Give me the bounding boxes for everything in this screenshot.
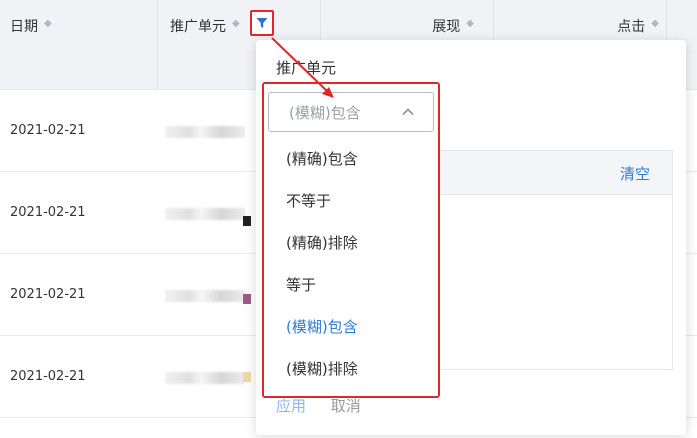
column-header-impressions-label: 展现 bbox=[432, 19, 461, 35]
clear-button[interactable]: 清空 bbox=[620, 163, 650, 184]
match-option[interactable]: 不等于 bbox=[286, 190, 331, 211]
filter-icon bbox=[256, 18, 268, 28]
column-header-date[interactable]: 日期 ◆ bbox=[10, 0, 160, 90]
match-option[interactable]: 等于 bbox=[286, 274, 316, 295]
match-type-selected: (模糊)包含 bbox=[289, 103, 361, 122]
selected-values-box: 清空 bbox=[436, 150, 673, 370]
color-mark bbox=[243, 372, 251, 382]
blurred-unit-name bbox=[165, 126, 245, 138]
sort-icon[interactable]: ◆ bbox=[651, 16, 659, 32]
match-option[interactable]: (精确)排除 bbox=[286, 232, 358, 253]
selected-values-header: 清空 bbox=[437, 151, 672, 195]
match-option[interactable]: (精确)包含 bbox=[286, 148, 358, 169]
column-header-date-label: 日期 bbox=[10, 19, 38, 35]
blurred-unit-name bbox=[165, 290, 245, 302]
sort-icon[interactable]: ◆ bbox=[44, 16, 52, 32]
blurred-unit-name bbox=[165, 208, 245, 220]
row-date: 2021-02-21 bbox=[10, 287, 86, 302]
popover-title: 推广单元 bbox=[276, 59, 337, 77]
match-option-active[interactable]: (模糊)包含 bbox=[286, 316, 358, 337]
apply-button[interactable]: 应用 bbox=[276, 397, 306, 415]
match-option[interactable]: (模糊)排除 bbox=[286, 358, 358, 379]
sort-icon[interactable]: ◆ bbox=[232, 16, 240, 32]
blurred-unit-name bbox=[165, 372, 245, 384]
column-header-clicks-label: 点击 bbox=[617, 19, 646, 35]
column-divider bbox=[157, 0, 158, 90]
row-date: 2021-02-21 bbox=[10, 205, 86, 220]
row-date: 2021-02-21 bbox=[10, 123, 86, 138]
match-type-dropdown: (模糊)包含 (精确)包含 不等于 (精确)排除 等于 (模糊)包含 (模糊)排… bbox=[262, 82, 440, 398]
filter-button[interactable] bbox=[250, 10, 274, 36]
cancel-button[interactable]: 取消 bbox=[331, 397, 361, 415]
popover-footer: 应用 取消 bbox=[276, 395, 361, 416]
column-header-unit-label: 推广单元 bbox=[170, 19, 226, 35]
chevron-up-icon bbox=[402, 108, 414, 116]
match-type-select[interactable]: (模糊)包含 bbox=[268, 92, 434, 132]
color-mark bbox=[243, 294, 251, 304]
color-mark bbox=[243, 216, 251, 226]
row-date: 2021-02-21 bbox=[10, 369, 86, 384]
sort-icon[interactable]: ◆ bbox=[466, 16, 474, 32]
